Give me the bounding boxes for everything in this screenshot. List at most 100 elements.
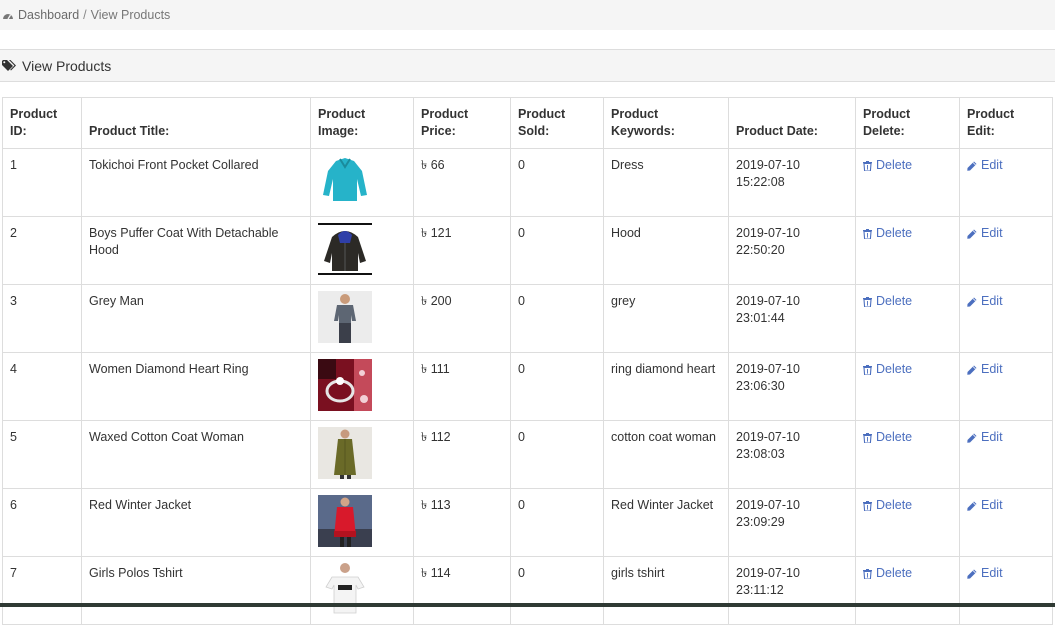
table-row: 1 Tokichoi Front Pocket Collared ৳ 66 0 … bbox=[2, 148, 1053, 217]
product-sold: 0 bbox=[510, 148, 604, 217]
pencil-icon bbox=[967, 569, 977, 579]
product-image-cell bbox=[310, 352, 414, 421]
product-edit-cell: Edit bbox=[959, 556, 1053, 625]
product-title: Tokichoi Front Pocket Collared bbox=[81, 148, 311, 217]
pencil-icon bbox=[967, 433, 977, 443]
product-keywords: Dress bbox=[603, 148, 729, 217]
product-price: ৳ 112 bbox=[413, 420, 511, 489]
window-bottom-edge bbox=[0, 603, 1055, 607]
product-date-cell: 2019-07-10 23:09:29 bbox=[728, 488, 856, 557]
product-price: ৳ 113 bbox=[413, 488, 511, 557]
product-delete-cell: Delete bbox=[855, 148, 960, 217]
product-title: Grey Man bbox=[81, 284, 311, 353]
delete-link[interactable]: Delete bbox=[863, 361, 912, 378]
trash-icon bbox=[863, 500, 872, 511]
product-price: ৳ 66 bbox=[413, 148, 511, 217]
edit-link[interactable]: Edit bbox=[967, 361, 1003, 378]
delete-link[interactable]: Delete bbox=[863, 225, 912, 242]
product-image-cell bbox=[310, 556, 414, 625]
product-price: ৳ 121 bbox=[413, 216, 511, 285]
product-time: 23:06:30 bbox=[736, 379, 785, 393]
product-delete-cell: Delete bbox=[855, 488, 960, 557]
product-date: 2019-07-10 bbox=[736, 294, 800, 308]
edit-label: Edit bbox=[981, 566, 1003, 580]
delete-link[interactable]: Delete bbox=[863, 293, 912, 310]
edit-link[interactable]: Edit bbox=[967, 565, 1003, 582]
header-product-keywords: Product Keywords: bbox=[603, 97, 729, 149]
product-sold: 0 bbox=[510, 352, 604, 421]
product-title: Waxed Cotton Coat Woman bbox=[81, 420, 311, 489]
table-row: 6 Red Winter Jacket ৳ 113 0 Red Winter J… bbox=[2, 488, 1053, 557]
product-delete-cell: Delete bbox=[855, 216, 960, 285]
product-time: 23:01:44 bbox=[736, 311, 785, 325]
table-row: 5 Waxed Cotton Coat Woman ৳ 112 0 cotton… bbox=[2, 420, 1053, 489]
header-product-date: Product Date: bbox=[728, 97, 856, 149]
delete-label: Delete bbox=[876, 430, 913, 444]
product-time: 23:09:29 bbox=[736, 515, 785, 529]
product-keywords: grey bbox=[603, 284, 729, 353]
delete-link[interactable]: Delete bbox=[863, 429, 912, 446]
delete-link[interactable]: Delete bbox=[863, 497, 912, 514]
table-header-row: Product ID: Product Title: Product Image… bbox=[2, 97, 1053, 149]
product-image-cell bbox=[310, 488, 414, 557]
table-row: 7 Girls Polos Tshirt ৳ 114 0 girls tshir… bbox=[2, 556, 1053, 625]
header-product-id: Product ID: bbox=[2, 97, 82, 149]
pencil-icon bbox=[967, 229, 977, 239]
product-id: 2 bbox=[2, 216, 82, 285]
pencil-icon bbox=[967, 501, 977, 511]
edit-label: Edit bbox=[981, 226, 1003, 240]
product-image-cell bbox=[310, 420, 414, 489]
header-product-title: Product Title: bbox=[81, 97, 311, 149]
product-delete-cell: Delete bbox=[855, 420, 960, 489]
product-image bbox=[318, 155, 372, 207]
product-title: Girls Polos Tshirt bbox=[81, 556, 311, 625]
product-image-cell bbox=[310, 148, 414, 217]
edit-label: Edit bbox=[981, 158, 1003, 172]
pencil-icon bbox=[967, 161, 977, 171]
product-edit-cell: Edit bbox=[959, 284, 1053, 353]
product-edit-cell: Edit bbox=[959, 352, 1053, 421]
edit-link[interactable]: Edit bbox=[967, 293, 1003, 310]
product-price: ৳ 114 bbox=[413, 556, 511, 625]
product-sold: 0 bbox=[510, 556, 604, 625]
product-sold: 0 bbox=[510, 488, 604, 557]
product-keywords: Red Winter Jacket bbox=[603, 488, 729, 557]
delete-link[interactable]: Delete bbox=[863, 157, 912, 174]
trash-icon bbox=[863, 296, 872, 307]
edit-link[interactable]: Edit bbox=[967, 225, 1003, 242]
product-title: Women Diamond Heart Ring bbox=[81, 352, 311, 421]
product-image-cell bbox=[310, 216, 414, 285]
header-product-image: Product Image: bbox=[310, 97, 414, 149]
product-date-cell: 2019-07-10 22:50:20 bbox=[728, 216, 856, 285]
trash-icon bbox=[863, 568, 872, 579]
breadcrumb-dashboard-link[interactable]: Dashboard bbox=[18, 8, 79, 22]
header-product-sold: Product Sold: bbox=[510, 97, 604, 149]
pencil-icon bbox=[967, 297, 977, 307]
product-image bbox=[318, 563, 372, 615]
edit-link[interactable]: Edit bbox=[967, 429, 1003, 446]
product-sold: 0 bbox=[510, 284, 604, 353]
product-keywords: girls tshirt bbox=[603, 556, 729, 625]
product-keywords: Hood bbox=[603, 216, 729, 285]
edit-link[interactable]: Edit bbox=[967, 157, 1003, 174]
product-keywords: cotton coat woman bbox=[603, 420, 729, 489]
table-row: 2 Boys Puffer Coat With Detachable Hood … bbox=[2, 216, 1053, 285]
edit-link[interactable]: Edit bbox=[967, 497, 1003, 514]
product-id: 4 bbox=[2, 352, 82, 421]
breadcrumb-current: View Products bbox=[90, 8, 171, 22]
breadcrumb: Dashboard / View Products bbox=[0, 0, 1055, 30]
breadcrumb-separator: / bbox=[83, 8, 87, 22]
dashboard-icon bbox=[3, 13, 13, 19]
product-image bbox=[318, 427, 372, 479]
product-date: 2019-07-10 bbox=[736, 498, 800, 512]
delete-link[interactable]: Delete bbox=[863, 565, 912, 582]
products-table: Product ID: Product Title: Product Image… bbox=[2, 97, 1053, 625]
pencil-icon bbox=[967, 365, 977, 375]
product-date: 2019-07-10 bbox=[736, 226, 800, 240]
product-edit-cell: Edit bbox=[959, 420, 1053, 489]
delete-label: Delete bbox=[876, 158, 913, 172]
product-id: 7 bbox=[2, 556, 82, 625]
product-title: Red Winter Jacket bbox=[81, 488, 311, 557]
delete-label: Delete bbox=[876, 226, 913, 240]
panel-heading: View Products bbox=[0, 49, 1055, 82]
